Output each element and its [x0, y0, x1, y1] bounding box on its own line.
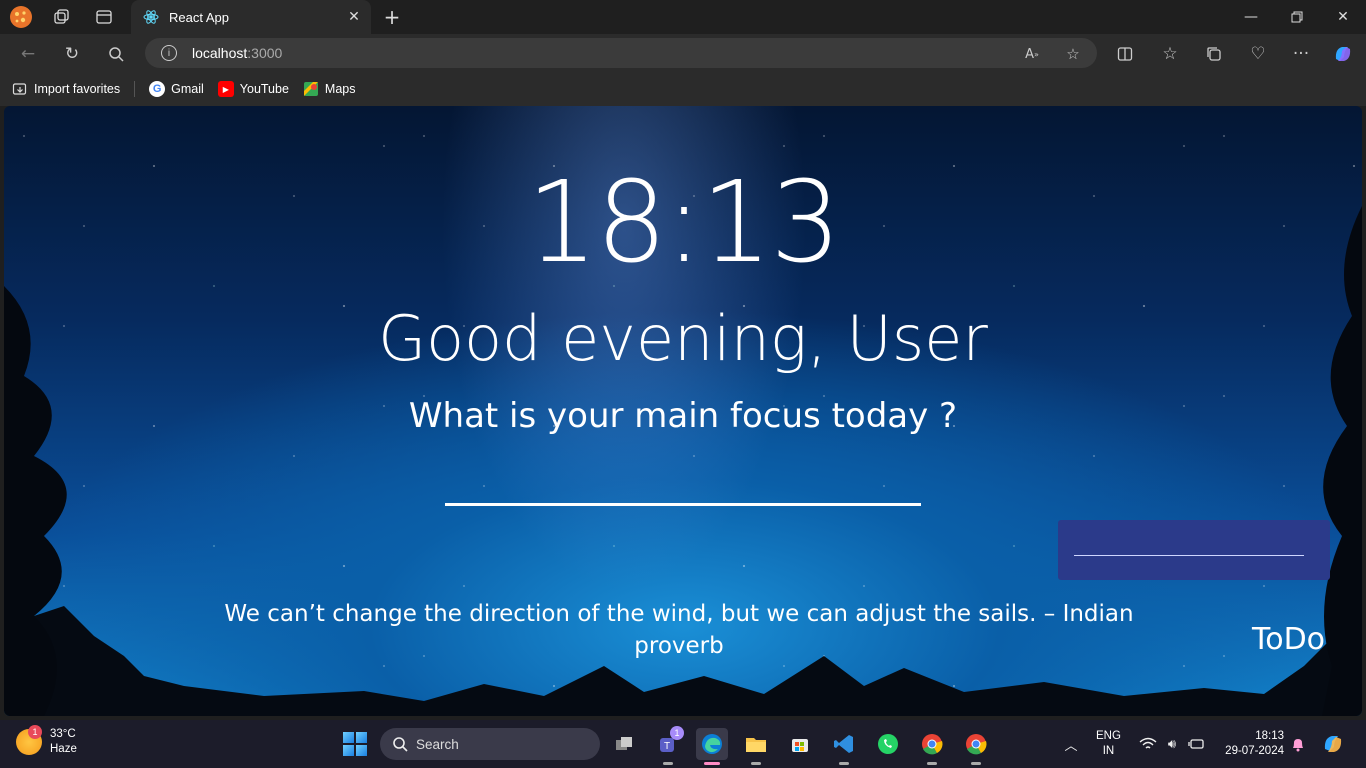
running-indicator [927, 762, 937, 765]
copilot-taskbar-icon[interactable] [1320, 730, 1346, 758]
new-tab-icon[interactable]: + [380, 5, 404, 29]
url-port: :3000 [247, 45, 283, 61]
react-logo-icon [143, 9, 159, 25]
collections-icon[interactable] [1201, 41, 1227, 67]
start-button-icon[interactable] [343, 732, 367, 756]
quote-text: We can’t change the direction of the win… [224, 601, 1134, 659]
weather-haze-icon: 1 [16, 725, 42, 755]
weather-temp: 33°C [50, 728, 76, 740]
url-host: localhost [192, 45, 248, 61]
bookmark-import-favorites[interactable]: Import favorites [12, 81, 120, 97]
read-aloud-icon[interactable]: A» [1021, 43, 1043, 65]
close-window-icon[interactable]: ✕ [1320, 0, 1366, 34]
wifi-icon[interactable] [1138, 730, 1158, 758]
browser-essentials-icon[interactable]: ♡ [1245, 41, 1271, 67]
workspaces-icon[interactable] [50, 5, 74, 29]
volume-icon[interactable]: 🔊︎ [1162, 730, 1182, 758]
gmail-icon: G [149, 81, 166, 97]
notification-bell-icon[interactable] [1288, 730, 1308, 758]
file-explorer-icon[interactable] [740, 728, 772, 765]
running-indicator [751, 762, 761, 765]
taskbar-clock[interactable]: 18:13 29-07-2024 [1220, 729, 1284, 759]
task-view-icon[interactable] [608, 728, 640, 760]
running-indicator [663, 762, 673, 765]
tab-actions-icon[interactable] [92, 5, 116, 29]
focus-question: What is your main focus today ? [408, 396, 958, 436]
whatsapp-icon[interactable] [872, 728, 904, 760]
language-indicator[interactable]: ENG IN [1096, 729, 1121, 759]
tab-title: React App [169, 9, 229, 25]
todo-toggle-button[interactable]: ToDo [1252, 622, 1325, 657]
greeting-heading: Good evening, User [378, 302, 988, 375]
site-info-icon[interactable]: i [161, 45, 177, 61]
bookmark-label: Gmail [171, 82, 204, 96]
windows-taskbar: 1 33°C Haze Search T 1 ︿ ENG IN 🔊︎ 18:13… [0, 720, 1366, 768]
active-indicator [704, 762, 720, 765]
lang-line2: IN [1102, 745, 1115, 757]
search-icon [392, 736, 408, 752]
restore-icon[interactable] [1274, 0, 1320, 34]
favorite-star-icon[interactable]: ☆ [1062, 43, 1084, 65]
refresh-icon[interactable]: ↻ [59, 41, 85, 67]
bookmark-youtube[interactable]: ▶ YouTube [217, 81, 289, 97]
address-toolbar: ← ↻ i localhost:3000 A» ☆ ☆ ♡ ··· [0, 34, 1366, 72]
browser-titlebar: React App ✕ + — ✕ [0, 0, 1366, 34]
svg-text:T: T [664, 741, 670, 752]
todo-panel [1058, 520, 1330, 580]
running-indicator [839, 762, 849, 765]
todo-input[interactable] [1074, 538, 1304, 556]
close-tab-icon[interactable]: ✕ [343, 6, 365, 28]
tab-react-app[interactable]: React App ✕ [131, 0, 371, 34]
search-label: Search [416, 736, 459, 752]
maps-icon [303, 81, 319, 97]
teams-icon[interactable]: T 1 [652, 726, 684, 765]
taskbar-search[interactable]: Search [380, 728, 600, 760]
bookmarks-bar: Import favorites G Gmail ▶ YouTube Maps [0, 72, 1366, 106]
show-hidden-icons-icon[interactable]: ︿ [1060, 730, 1082, 758]
vscode-icon[interactable] [828, 728, 860, 765]
bookmark-label: Import favorites [34, 82, 121, 96]
search-icon[interactable] [103, 41, 129, 67]
minimize-icon[interactable]: — [1228, 0, 1274, 34]
battery-icon[interactable] [1186, 730, 1206, 758]
chrome-icon[interactable] [916, 728, 948, 765]
profile-avatar-icon[interactable] [9, 5, 33, 29]
focus-input[interactable] [445, 462, 921, 506]
chrome-profile-icon[interactable] [960, 728, 992, 765]
edge-icon[interactable] [696, 728, 728, 765]
lang-line1: ENG [1096, 730, 1121, 742]
taskbar-date: 29-07-2024 [1225, 745, 1284, 757]
more-menu-icon[interactable]: ··· [1288, 41, 1314, 67]
teams-badge: 1 [670, 726, 684, 740]
bookmark-gmail[interactable]: G Gmail [149, 81, 204, 97]
bookmark-maps[interactable]: Maps [303, 81, 356, 97]
page-viewport: 18:13 Good evening, User What is your ma… [4, 106, 1362, 716]
bookmark-divider [134, 81, 136, 97]
youtube-icon: ▶ [217, 81, 234, 97]
ms-store-icon[interactable] [784, 728, 816, 760]
running-indicator [971, 762, 981, 765]
weather-badge: 1 [28, 725, 42, 739]
weather-desc: Haze [50, 743, 77, 755]
import-icon [12, 81, 28, 97]
split-screen-icon[interactable] [1112, 41, 1138, 67]
url-bar[interactable]: i localhost:3000 A» ☆ [145, 38, 1097, 68]
back-icon[interactable]: ← [15, 41, 41, 67]
favorites-icon[interactable]: ☆ [1157, 41, 1183, 67]
taskbar-time: 18:13 [1255, 730, 1284, 742]
copilot-icon[interactable] [1330, 41, 1356, 67]
weather-widget[interactable]: 1 33°C Haze [16, 725, 77, 757]
bookmark-label: Maps [324, 82, 356, 96]
clock-display: 18:13 [526, 158, 842, 288]
bookmark-label: YouTube [239, 82, 289, 96]
